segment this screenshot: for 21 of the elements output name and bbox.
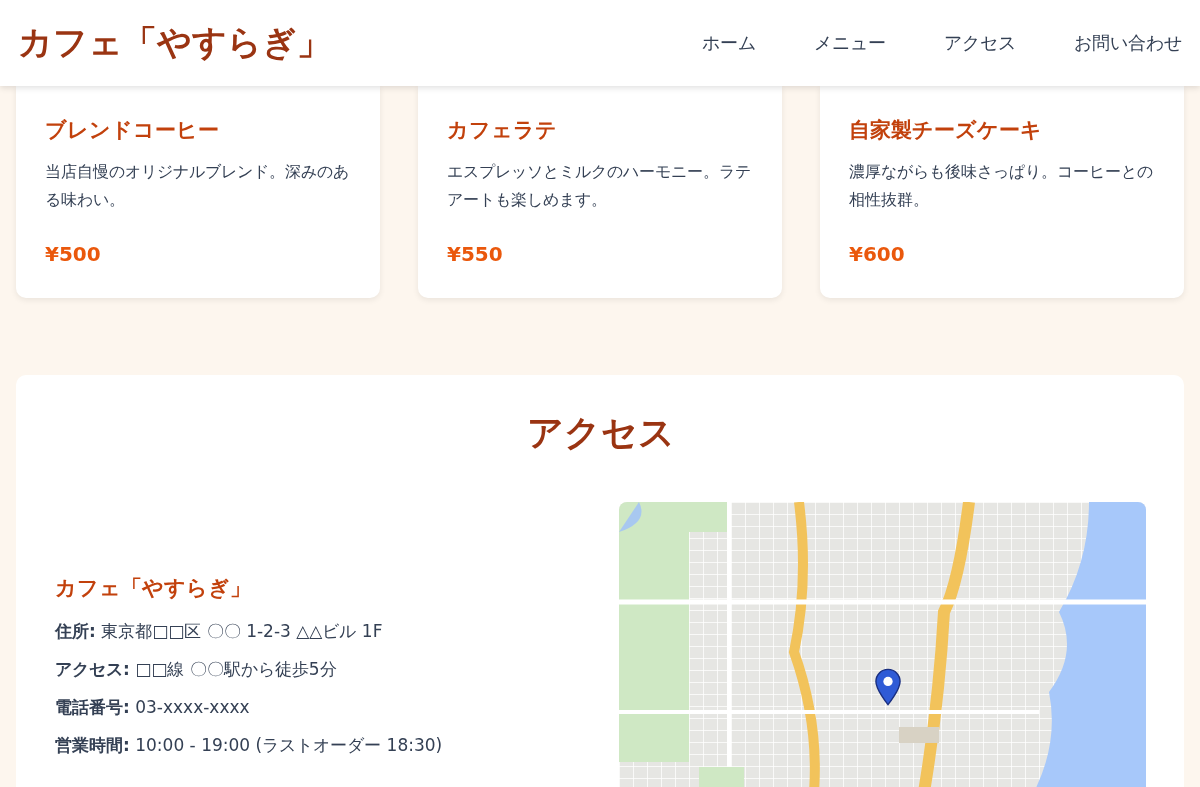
menu-item-name: カフェラテ <box>447 117 558 144</box>
menu-item-name: ブレンドコーヒー <box>45 117 220 144</box>
menu-item-description: エスプレッソとミルクのハーモニー。ラテアートも楽しめます。 <box>447 161 752 211</box>
shop-detail: 住所: 東京都□□区 〇〇 1-2-3 △△ビル 1F <box>55 620 384 643</box>
site-logo[interactable]: カフェ「やすらぎ」 <box>18 20 331 66</box>
menu-item-description: 濃厚ながらも後味さっぱり。コーヒーとの相性抜群。 <box>849 161 1154 211</box>
nav-link[interactable]: アクセス <box>944 31 1016 55</box>
shop-detail: 電話番号: 03-xxxx-xxxx <box>55 696 251 719</box>
nav-link[interactable]: お問い合わせ <box>1074 31 1182 55</box>
section-title: アクセス <box>525 411 676 455</box>
menu-item-price: ¥500 <box>45 242 102 266</box>
nav-link[interactable]: メニュー <box>814 31 886 55</box>
map-pin-icon <box>875 668 901 706</box>
menu-item-price: ¥600 <box>849 242 906 266</box>
shop-name: カフェ「やすらぎ」 <box>55 575 252 602</box>
shop-detail: 営業時間: 10:00 - 19:00 (ラストオーダー 18:30) <box>55 734 443 757</box>
shop-detail: アクセス: □□線 〇〇駅から徒歩5分 <box>55 658 338 681</box>
menu-item-description: 当店自慢のオリジナルブレンド。深みのある味わい。 <box>45 161 350 211</box>
menu-item-price: ¥550 <box>447 242 504 266</box>
nav-link[interactable]: ホーム <box>702 31 756 55</box>
menu-item-name: 自家製チーズケーキ <box>849 117 1043 144</box>
